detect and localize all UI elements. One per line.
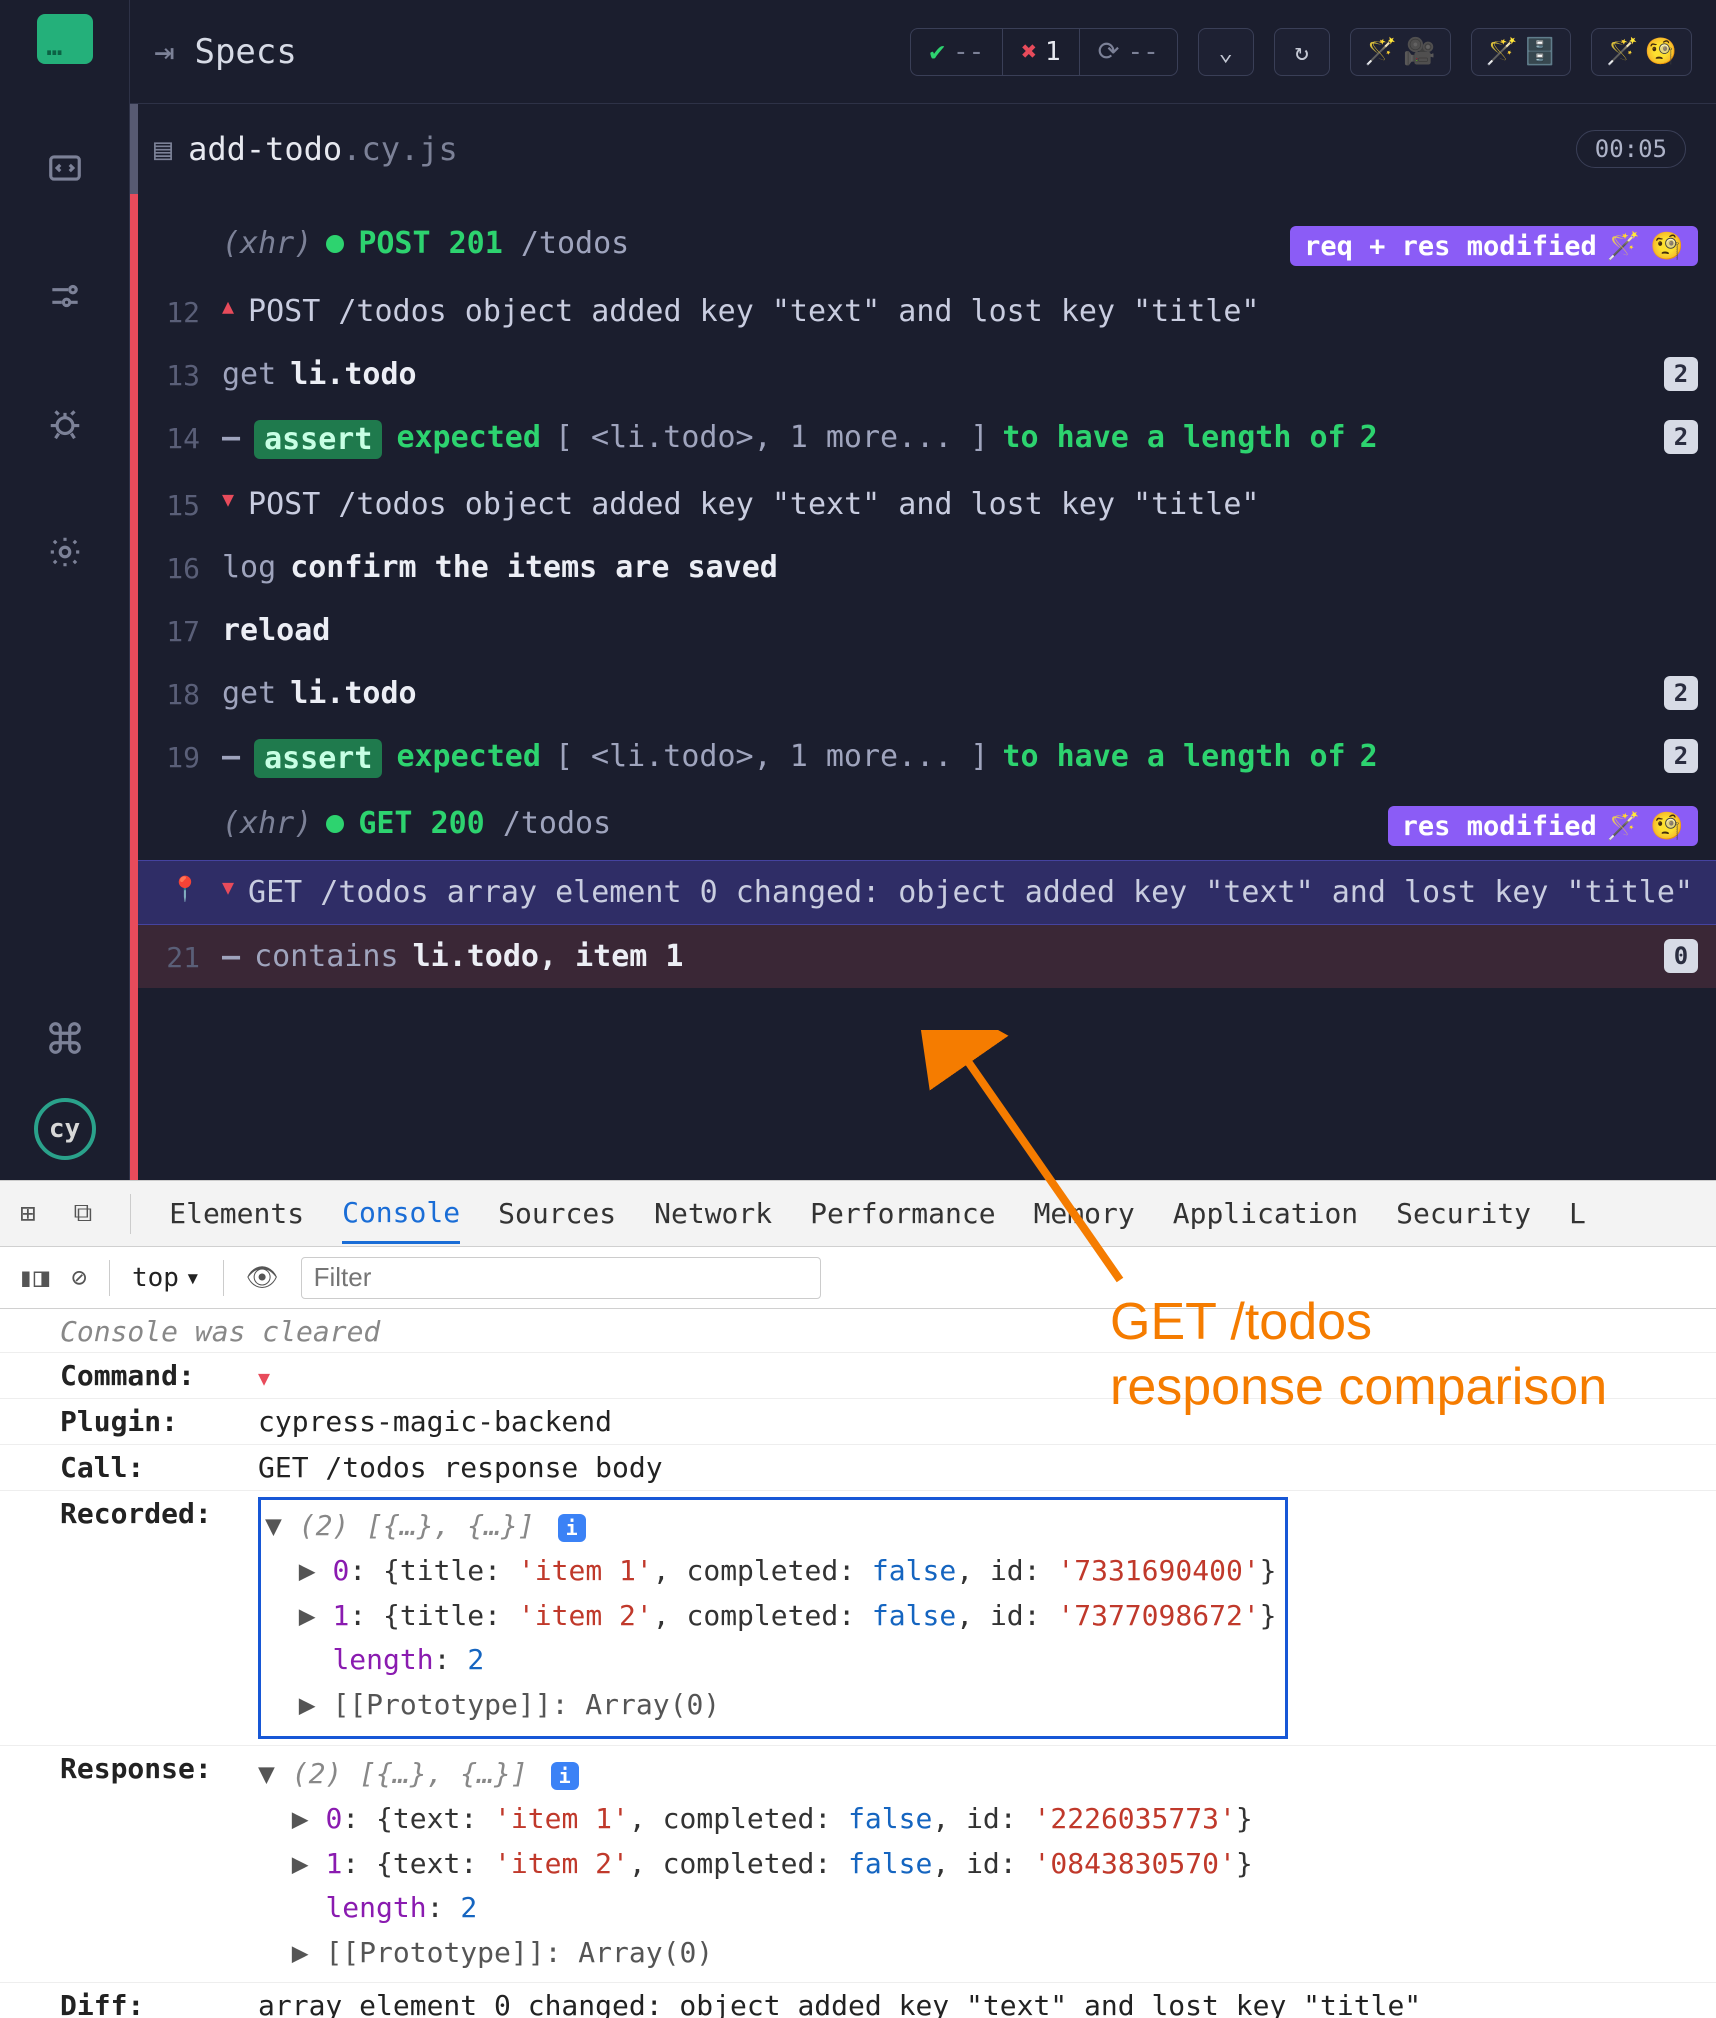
info-icon[interactable]: i xyxy=(558,1514,586,1542)
tab-elements[interactable]: Elements xyxy=(169,1185,304,1242)
log-row[interactable]: 12 ▲ POST /todos object added key "text"… xyxy=(138,280,1716,343)
tab-application[interactable]: Application xyxy=(1173,1185,1358,1242)
nav-bug-icon[interactable] xyxy=(41,400,89,448)
file-icon: ▤ xyxy=(154,132,172,167)
device-icon[interactable]: ⧉ xyxy=(74,1198,93,1229)
tab-console[interactable]: Console xyxy=(342,1184,460,1244)
pass-icon: ✔ xyxy=(929,37,945,67)
timer-badge: 00:05 xyxy=(1576,130,1686,168)
console-row-response: Response: ▼ (2) [{…}, {…}] i ▶ 0: {text:… xyxy=(0,1745,1716,1982)
specs-label: Specs xyxy=(194,32,296,72)
pending-count: -- xyxy=(1127,37,1158,67)
tab-more[interactable]: L xyxy=(1569,1185,1586,1242)
assert-badge: assert xyxy=(254,739,382,778)
nav-command-icon[interactable] xyxy=(41,1014,89,1062)
count-badge: 2 xyxy=(1664,676,1698,710)
triangle-up-icon: ▲ xyxy=(222,294,234,318)
count-badge: 2 xyxy=(1664,420,1698,454)
xhr-label: (xhr) xyxy=(222,226,312,261)
annotation-text: GET /todosresponse comparison xyxy=(1110,1290,1607,1420)
recorded-object[interactable]: ▼ (2) [{…}, {…}] i ▶ 0: {title: 'item 1'… xyxy=(258,1497,1288,1739)
nav-settings-icon[interactable] xyxy=(41,528,89,576)
file-name: add-todo.cy.js xyxy=(188,130,458,168)
log-row[interactable]: 19 –assert expected [ <li.todo>, 1 more.… xyxy=(138,725,1716,792)
log-xhr-row[interactable]: (xhr) GET 200 /todos res modified🪄🧐 xyxy=(138,792,1716,860)
nav-sliders-icon[interactable] xyxy=(41,272,89,320)
status-dot-icon xyxy=(326,815,344,833)
tool-wand-camera[interactable]: 🪄🎥 xyxy=(1350,28,1451,76)
tab-network[interactable]: Network xyxy=(654,1185,772,1242)
pending-icon: ⟳ xyxy=(1098,37,1120,67)
tab-memory[interactable]: Memory xyxy=(1034,1185,1135,1242)
app-logo xyxy=(37,14,93,64)
log-row[interactable]: 18 getli.todo 2 xyxy=(138,662,1716,725)
log-row[interactable]: 16 logconfirm the items are saved xyxy=(138,536,1716,599)
triangle-down-icon: ▼ xyxy=(222,875,234,899)
triangle-down-icon: ▼ xyxy=(258,1366,270,1390)
console-row-call: Call: GET /todos response body xyxy=(0,1444,1716,1490)
console-row-recorded: Recorded: ▼ (2) [{…}, {…}] i ▶ 0: {title… xyxy=(0,1490,1716,1745)
pin-icon: 📍 xyxy=(144,875,200,903)
file-accent xyxy=(130,104,138,194)
command-log: (xhr) POST 201 /todos req + res modified… xyxy=(138,194,1716,1180)
response-object[interactable]: ▼ (2) [{…}, {…}] i ▶ 0: {text: 'item 1',… xyxy=(258,1752,1656,1976)
info-icon[interactable]: i xyxy=(551,1762,579,1790)
count-badge: 2 xyxy=(1664,357,1698,391)
sidebar-toggle-icon[interactable]: ▮◨ xyxy=(18,1263,49,1293)
log-row[interactable]: 13 getli.todo 2 xyxy=(138,343,1716,406)
tab-security[interactable]: Security xyxy=(1396,1185,1531,1242)
log-row-fail[interactable]: 21 – contains li.todo, item 1 0 xyxy=(138,925,1716,988)
tab-sources[interactable]: Sources xyxy=(498,1185,616,1242)
reload-button[interactable]: ↻ xyxy=(1274,28,1330,76)
live-expression-icon[interactable]: 👁 xyxy=(246,1263,279,1293)
cypress-logo: cy xyxy=(34,1098,96,1160)
tool-wand-drawer[interactable]: 🪄🗄️ xyxy=(1471,28,1572,76)
xhr-label: (xhr) xyxy=(222,806,312,841)
clear-console-icon[interactable]: ⊘ xyxy=(71,1263,87,1293)
sidebar-nav: cy xyxy=(0,0,130,1180)
modified-badge: res modified🪄🧐 xyxy=(1388,806,1698,846)
filter-input[interactable] xyxy=(301,1257,821,1299)
context-select[interactable]: top ▾ xyxy=(132,1263,201,1293)
tab-performance[interactable]: Performance xyxy=(810,1185,995,1242)
nav-code-icon[interactable] xyxy=(41,144,89,192)
count-badge: 0 xyxy=(1664,939,1698,973)
pass-count: -- xyxy=(953,37,984,67)
status-dot-icon xyxy=(326,235,344,253)
log-row[interactable]: 14 –assert expected [ <li.todo>, 1 more.… xyxy=(138,406,1716,473)
tool-wand-think[interactable]: 🪄🧐 xyxy=(1591,28,1692,76)
assert-badge: assert xyxy=(254,420,382,459)
count-badge: 2 xyxy=(1664,739,1698,773)
console-row-diff: Diff: array element 0 changed: object ad… xyxy=(0,1982,1716,2018)
topbar: ⇥ Specs ✔-- ✖1 ⟳-- ⌄ ↻ 🪄🎥 🪄🗄️ 🪄🧐 xyxy=(130,0,1716,104)
log-row-selected[interactable]: 📍 ▼ GET /todos array element 0 changed: … xyxy=(138,860,1716,925)
log-row[interactable]: 17 reload xyxy=(138,599,1716,662)
fail-count: 1 xyxy=(1045,37,1061,67)
test-status-pill: ✔-- ✖1 ⟳-- xyxy=(910,28,1177,76)
triangle-down-icon: ▼ xyxy=(222,487,234,511)
modified-badge: req + res modified🪄🧐 xyxy=(1290,226,1698,266)
chevron-down-button[interactable]: ⌄ xyxy=(1198,28,1254,76)
fail-accent-bar xyxy=(130,194,138,1180)
inspect-icon[interactable]: ⊞ xyxy=(20,1199,36,1229)
log-row[interactable]: 15 ▼ POST /todos object added key "text"… xyxy=(138,473,1716,536)
log-xhr-row[interactable]: (xhr) POST 201 /todos req + res modified… xyxy=(138,212,1716,280)
devtools-tabs: ⊞ ⧉ Elements Console Sources Network Per… xyxy=(0,1181,1716,1247)
specs-collapse-icon[interactable]: ⇥ xyxy=(154,32,174,72)
fail-icon: ✖ xyxy=(1021,37,1037,67)
